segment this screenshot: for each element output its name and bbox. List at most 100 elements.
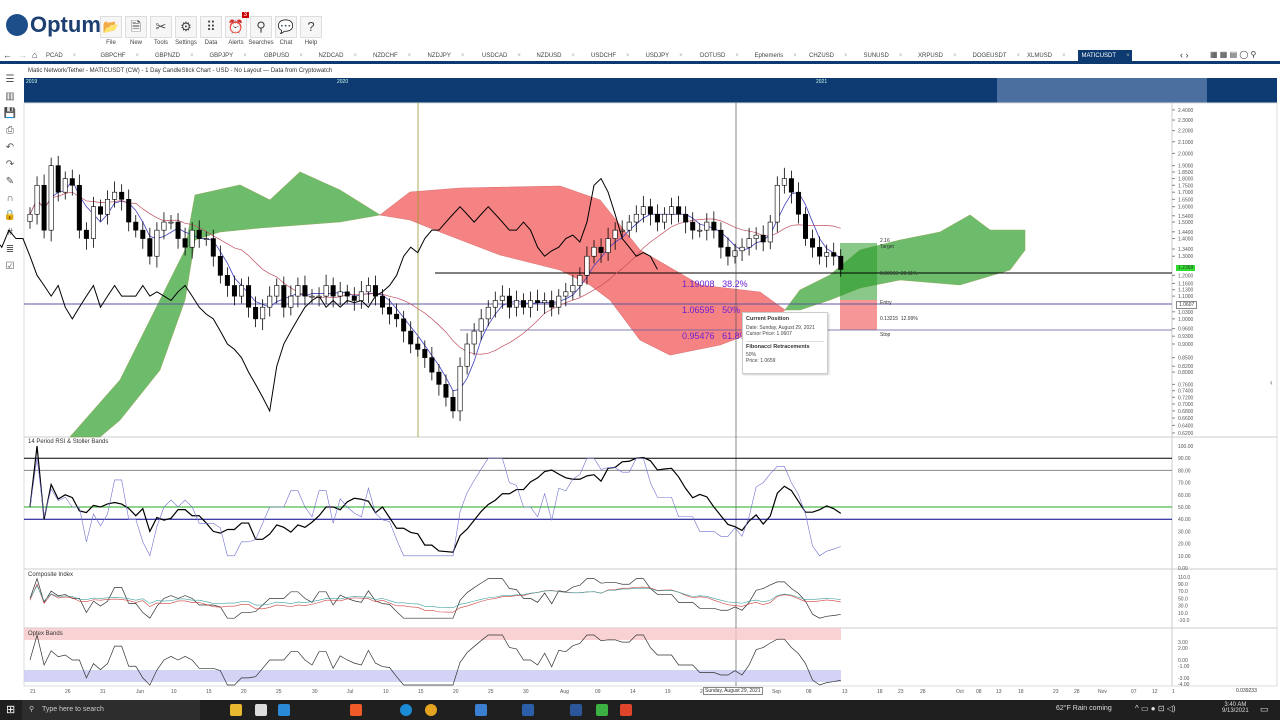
candle: [450, 390, 456, 419]
date-tick-label: 14: [630, 689, 636, 695]
candle: [48, 157, 54, 242]
candle: [133, 215, 139, 238]
candle-body: [41, 184, 47, 231]
price-tick-label: 1.7000: [1178, 190, 1194, 196]
candle-body: [323, 285, 329, 297]
candle-body: [260, 306, 266, 320]
candle-body: [535, 300, 541, 304]
candle-body: [838, 255, 844, 270]
candle: [429, 346, 435, 381]
app-c-red-icon[interactable]: [620, 704, 632, 716]
candle-body: [661, 213, 667, 223]
date-tick-label: 07: [1131, 689, 1137, 695]
date-tick-label: Jul: [347, 689, 353, 695]
candle-body: [626, 221, 632, 231]
composite-pane-label: Composite Index: [28, 572, 74, 578]
candle: [415, 336, 421, 357]
chart-canvas[interactable]: 2.4000 2.3000 2.2000 2.1000 2.0000 1.90001.85…: [0, 0, 1280, 700]
fib-level-382: 1.19008 38.2%: [682, 279, 748, 289]
candle: [640, 195, 646, 223]
cursor-date-marker: Sunday, August 29, 2021: [703, 687, 763, 695]
date-tick-label: 08: [976, 689, 982, 695]
candle-body: [133, 221, 139, 231]
windows-start-icon[interactable]: ⊞: [6, 703, 15, 716]
weather-widget[interactable]: 62°F Rain coming: [1056, 705, 1112, 712]
candle: [647, 198, 653, 226]
candle: [767, 215, 773, 250]
candle: [330, 277, 336, 308]
candle-body: [732, 250, 738, 257]
price-tick-label: 1.5400: [1178, 214, 1194, 220]
candle: [690, 212, 696, 240]
search-icon: ⚲: [29, 706, 35, 713]
candle: [295, 277, 301, 308]
rsi-line: [29, 445, 842, 553]
date-tick-label: 10: [383, 689, 389, 695]
candle: [824, 244, 830, 268]
system-tray-icons[interactable]: ^ ▭ ● ⊡ ◁): [1135, 704, 1176, 713]
chart-frame: [23, 102, 1278, 687]
candle: [563, 282, 569, 307]
candle-body: [387, 306, 393, 315]
date-tick-label: Nov: [1098, 689, 1107, 695]
candle: [422, 340, 428, 368]
edge-icon[interactable]: [400, 704, 412, 716]
candle-body: [817, 246, 823, 257]
price-tick-label: 0.6200: [1178, 431, 1194, 437]
candle: [281, 276, 287, 318]
chrome-icon[interactable]: [425, 704, 437, 716]
brave-icon[interactable]: [350, 704, 362, 716]
candle-body: [591, 246, 597, 257]
date-tick-label: 21: [30, 689, 36, 695]
candle: [90, 196, 96, 248]
taskbar-search[interactable]: ⚲ Type here to search: [22, 700, 200, 720]
last-price-marker: 1.2369: [1176, 265, 1196, 271]
candle: [697, 223, 703, 238]
candle-body: [69, 178, 75, 186]
candle-body: [112, 191, 118, 200]
price-tick-label: 1.3000: [1178, 254, 1194, 260]
candle-body: [203, 238, 209, 240]
collapse-panel-icon[interactable]: ‹: [1270, 378, 1273, 387]
candle-body: [542, 300, 548, 304]
candle-body: [239, 285, 245, 297]
candle: [168, 215, 174, 230]
candle-body: [697, 229, 703, 232]
candle: [309, 289, 315, 304]
clock[interactable]: 3:40 AM 9/13/2021: [1222, 702, 1249, 714]
target-zone: [840, 243, 877, 300]
mail-icon[interactable]: [278, 704, 290, 716]
candle: [323, 274, 329, 305]
store-icon[interactable]: [255, 704, 267, 716]
price-tick-label: 0.9600: [1178, 327, 1194, 333]
date-tick-label: 28: [1074, 689, 1080, 695]
candle: [549, 290, 555, 317]
app-c-green-icon[interactable]: [596, 704, 608, 716]
steam-icon[interactable]: [475, 704, 487, 716]
candle: [739, 238, 745, 262]
candle: [288, 285, 294, 316]
risk-label: 0.13215 12.99%: [880, 316, 918, 322]
notifications-icon[interactable]: ▭: [1260, 704, 1269, 715]
candle-body: [119, 191, 125, 200]
date-tick-label: 23: [1053, 689, 1059, 695]
candle: [231, 275, 237, 306]
candle-body: [725, 246, 731, 257]
candle-body: [358, 291, 364, 301]
word-icon[interactable]: [570, 704, 582, 716]
optuma-taskbar-icon[interactable]: [522, 704, 534, 716]
candle: [831, 242, 837, 266]
candle-body: [499, 295, 505, 301]
position-tooltip: Current Position Date: Sunday, August 29…: [742, 312, 828, 374]
candle-body: [570, 285, 576, 293]
candle-body: [196, 229, 202, 239]
candle-body: [401, 318, 407, 332]
file-explorer-icon[interactable]: [230, 704, 242, 716]
rsi-tick-label: 90.00: [1178, 456, 1191, 462]
candle: [464, 333, 470, 375]
candle: [676, 195, 682, 223]
candle-body: [189, 229, 195, 248]
candle-body: [669, 206, 675, 215]
date-tick-label: Jun: [136, 689, 144, 695]
candle: [217, 245, 223, 284]
